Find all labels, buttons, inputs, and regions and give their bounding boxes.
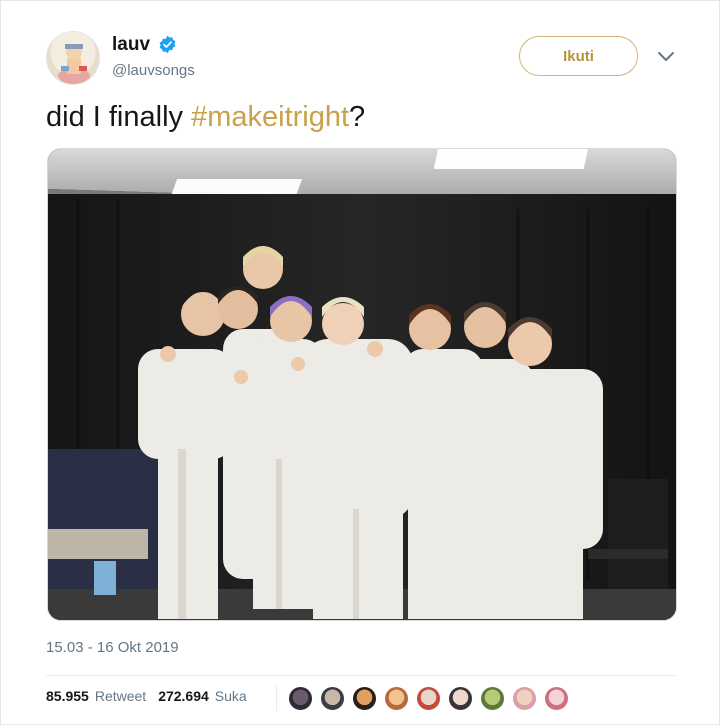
liker-avatars bbox=[287, 685, 575, 712]
tweet-stats: 85.955 Retweet 272.694 Suka bbox=[46, 688, 247, 704]
liker-avatar[interactable] bbox=[479, 685, 506, 712]
retweet-count[interactable]: 85.955 bbox=[46, 688, 89, 704]
tweet-text-suffix: ? bbox=[349, 101, 366, 133]
chevron-down-icon[interactable] bbox=[657, 51, 675, 63]
liker-avatar[interactable] bbox=[415, 685, 442, 712]
tweet-timestamp[interactable]: 15.03 - 16 Okt 2019 bbox=[46, 639, 179, 656]
liker-avatar[interactable] bbox=[319, 685, 346, 712]
follow-button[interactable]: Ikuti bbox=[519, 36, 638, 76]
liker-avatar[interactable] bbox=[351, 685, 378, 712]
liker-avatar[interactable] bbox=[511, 685, 538, 712]
tweet-text-prefix: did I finally bbox=[46, 101, 192, 133]
liker-avatar[interactable] bbox=[383, 685, 410, 712]
stats-separator bbox=[276, 685, 277, 711]
like-count[interactable]: 272.694 bbox=[158, 688, 209, 704]
like-label[interactable]: Suka bbox=[215, 688, 247, 704]
hashtag-link[interactable]: #makeitright bbox=[191, 101, 349, 133]
liker-avatar[interactable] bbox=[447, 685, 474, 712]
tweet-card: lauv @lauvsongs Ikuti did I finally #mak… bbox=[0, 0, 720, 725]
user-handle[interactable]: @lauvsongs bbox=[112, 62, 195, 79]
liker-avatar[interactable] bbox=[543, 685, 570, 712]
tweet-text: did I finally #makeitright? bbox=[46, 101, 365, 134]
divider bbox=[46, 675, 676, 676]
liker-avatar[interactable] bbox=[287, 685, 314, 712]
verified-badge-icon bbox=[159, 35, 176, 54]
tweet-photo[interactable] bbox=[47, 148, 677, 621]
user-avatar[interactable] bbox=[46, 31, 100, 85]
retweet-label[interactable]: Retweet bbox=[95, 688, 146, 704]
user-display-name[interactable]: lauv bbox=[112, 34, 150, 56]
